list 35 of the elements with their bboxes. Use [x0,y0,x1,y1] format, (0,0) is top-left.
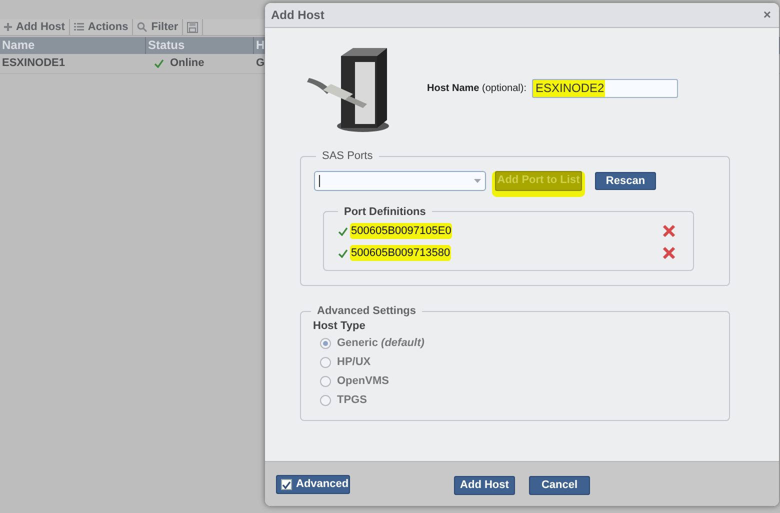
close-button[interactable]: × [761,5,773,25]
toolbar-button[interactable]: Add Host [0,19,70,35]
dialog-button[interactable]: Add Host [454,476,515,495]
toolbar-button[interactable]: Filter [133,19,184,35]
plus-icon [4,23,12,31]
field-label: Host Name (optional): [427,82,526,96]
port-name: 500605B0097105E0 [350,222,452,240]
port-name: 500605B009713580 [350,244,452,262]
delete-icon[interactable] [662,224,676,238]
group-title: Advanced Settings [316,304,418,319]
toolbar-button[interactable]: Actions [70,19,134,35]
table-cell-text: G [255,56,266,72]
caret-icon [474,178,481,182]
table-cell-text: ESXINODE1 [1,56,66,72]
column-header[interactable]: Status [146,37,254,54]
rescan-button[interactable]: Rescan [595,172,656,190]
list-icon [74,23,84,31]
table-cell-text: Online [170,56,204,72]
radio-option[interactable]: Generic (default) [320,334,424,353]
window-title: Add Host [271,7,324,24]
search-icon [137,22,148,32]
radio-option[interactable]: OpenVMS [320,372,389,391]
save-icon [187,22,198,32]
radio-option[interactable]: HP/UX [320,353,371,372]
group-title: SAS Ports [321,149,374,164]
column-header[interactable]: Name [0,37,146,54]
advanced-checkbox[interactable]: Advanced [276,475,350,494]
delete-icon[interactable] [662,246,676,260]
dialog-button[interactable]: Cancel [529,476,590,495]
group-title: Port Definitions [343,204,427,220]
section-label: Host Type [313,318,366,334]
input-field[interactable]: ESXINODE2 [532,78,678,98]
dropdown-field[interactable] [314,170,486,190]
radio-option[interactable]: TPGS [320,391,367,410]
check-icon [282,480,291,488]
